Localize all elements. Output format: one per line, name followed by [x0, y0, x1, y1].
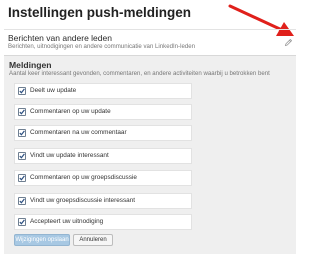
- checkmark-icon: [19, 175, 25, 181]
- cancel-button[interactable]: Annuleren: [73, 234, 113, 246]
- checkmark-icon: [19, 219, 25, 225]
- checkbox[interactable]: [18, 218, 26, 226]
- option-comments-after-comment[interactable]: Commentaren na uw commentaar: [14, 125, 192, 141]
- notifications-description: Aantal keer interessant gevonden, commen…: [9, 70, 270, 77]
- notifications-title: Meldingen: [9, 60, 52, 70]
- checkbox[interactable]: [18, 87, 26, 95]
- option-likes-group-discussion[interactable]: Vindt uw groepsdiscussie interessant: [14, 193, 192, 209]
- option-label: Accepteert uw uitnodiging: [30, 218, 104, 225]
- pencil-icon[interactable]: [284, 38, 293, 47]
- notifications-panel: Meldingen Aantal keer interessant gevond…: [4, 55, 296, 254]
- option-label: Vindt uw update interessant: [30, 152, 109, 159]
- save-changes-button[interactable]: Wijzigingen opslaan: [14, 234, 70, 246]
- checkbox[interactable]: [18, 174, 26, 182]
- checkmark-icon: [19, 130, 25, 136]
- option-shares-update[interactable]: Deelt uw update: [14, 83, 192, 99]
- checkbox[interactable]: [18, 197, 26, 205]
- option-likes-update[interactable]: Vindt uw update interessant: [14, 148, 192, 164]
- page-title: Instellingen push-meldingen: [8, 5, 192, 20]
- option-label: Commentaren op uw groepsdiscussie: [30, 174, 137, 181]
- checkmark-icon: [19, 109, 25, 115]
- checkmark-icon: [19, 88, 25, 94]
- push-notification-settings-page: Instellingen push-meldingen Berichten va…: [0, 0, 300, 254]
- checkbox[interactable]: [18, 129, 26, 137]
- option-label: Commentaren na uw commentaar: [30, 129, 127, 136]
- messages-from-members-section: Berichten van andere leden Berichten, ui…: [4, 29, 296, 54]
- option-label: Deelt uw update: [30, 87, 77, 94]
- checkbox[interactable]: [18, 108, 26, 116]
- option-accepts-invitation[interactable]: Accepteert uw uitnodiging: [14, 214, 192, 230]
- checkmark-icon: [19, 198, 25, 204]
- option-comments-on-update[interactable]: Commentaren op uw update: [14, 104, 192, 120]
- messages-from-members-description: Berichten, uitnodigingen en andere commu…: [8, 43, 195, 50]
- option-comments-on-group-discussion[interactable]: Commentaren op uw groepsdiscussie: [14, 170, 192, 186]
- checkbox[interactable]: [18, 152, 26, 160]
- option-label: Vindt uw groepsdiscussie interessant: [30, 197, 136, 204]
- checkmark-icon: [19, 153, 25, 159]
- messages-from-members-title: Berichten van andere leden: [8, 33, 112, 43]
- option-label: Commentaren op uw update: [30, 108, 111, 115]
